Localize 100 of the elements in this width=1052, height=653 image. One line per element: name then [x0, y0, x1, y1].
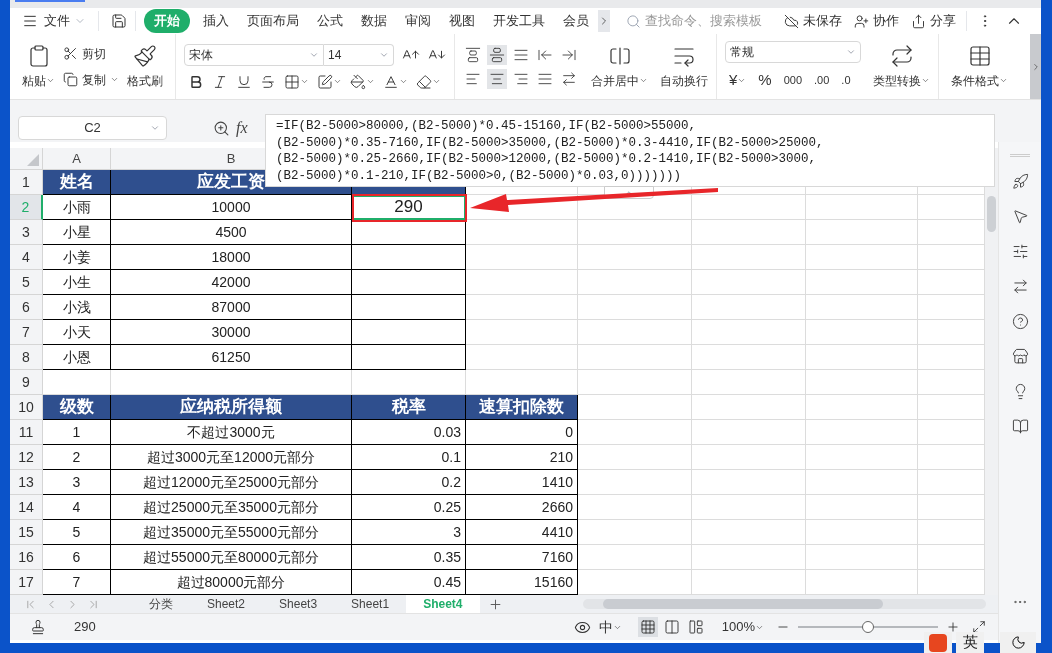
sheet-tab[interactable]: Sheet1 — [334, 595, 407, 613]
table-cell: 0.45 — [352, 570, 466, 595]
table-cell: 不超过3000元 — [111, 420, 352, 445]
table-cell: 6 — [43, 545, 111, 570]
table-cell: 超过55000元至80000元部分 — [111, 545, 352, 570]
ribbon-tab[interactable]: 视图 — [440, 9, 484, 33]
row-header[interactable]: 10 — [10, 395, 43, 420]
toolbar-action[interactable]: 未保存 — [778, 11, 848, 31]
file-menu[interactable]: 文件 — [44, 11, 70, 31]
ribbon-tab[interactable]: 页面布局 — [238, 9, 308, 33]
row-header[interactable]: 7 — [10, 320, 43, 345]
ime-language-button[interactable]: 英 — [956, 632, 984, 653]
table-cell: 小恩 — [43, 345, 111, 370]
type-convert-button[interactable]: 类型转换 — [873, 43, 930, 90]
thousands-button[interactable]: 000 — [783, 72, 803, 89]
table-cell: 5 — [43, 520, 111, 545]
search-field[interactable]: 查找命令、搜索模板 — [626, 11, 776, 31]
row-header[interactable]: 9 — [10, 370, 43, 395]
table-cell: 超过35000元至55000元部分 — [111, 520, 352, 545]
table-cell: 7160 — [466, 545, 578, 570]
table-cell: 0.2 — [352, 470, 466, 495]
table-cell: 0 — [466, 420, 578, 445]
paste-button[interactable]: 粘贴 — [22, 43, 55, 90]
row-header[interactable]: 3 — [10, 220, 43, 245]
sheet-tab[interactable]: Sheet2 — [190, 595, 263, 613]
ribbon-tab[interactable]: 公式 — [308, 9, 352, 33]
sheet-tab[interactable]: Sheet3 — [262, 595, 335, 613]
row-header[interactable]: 17 — [10, 570, 43, 595]
formula-field[interactable]: =IF(B2-5000>80000,(B2-5000)*0.45-15160,IF(B2-5000>55000, (B2-5000)*0.35-7160,IF(B2-5000>35000,(B2-5000)*0.3-4410,IF(B2-5000>25000, (B2-5000)*0.25-2660,IF(B2-5000>12000,(B2-5000)*0.2-1410,IF(B2-5000>3000, (B2-5000)*0.1-210,IF(B2-5000>0,(B2-5000)*0.03,0))))))) — [265, 114, 995, 187]
table-cell: 2 — [43, 445, 111, 470]
table-cell: 30000 — [111, 320, 352, 345]
ribbon-tab[interactable]: 插入 — [194, 9, 238, 33]
header-cell: 速算扣除数 — [466, 395, 578, 420]
number-format-select[interactable]: 常规 — [725, 41, 861, 64]
wrap-text-button[interactable]: 自动换行 — [660, 43, 708, 90]
cut-button[interactable]: 剪切 — [63, 44, 119, 63]
table-cell: 15160 — [466, 570, 578, 595]
table-cell: 3 — [352, 520, 466, 545]
table-cell: 210 — [466, 445, 578, 470]
row-header[interactable]: 14 — [10, 495, 43, 520]
name-box[interactable]: C2 — [18, 116, 167, 140]
row-header[interactable]: 4 — [10, 245, 43, 270]
table-cell: 61250 — [111, 345, 352, 370]
table-cell: 小生 — [43, 270, 111, 295]
copy-button[interactable]: 复制 — [63, 70, 119, 89]
format-painter-button[interactable]: 格式刷 — [127, 43, 163, 90]
table-cell: 3 — [43, 470, 111, 495]
font-select[interactable]: 宋体 — [184, 43, 324, 66]
currency-button[interactable]: ¥ — [729, 69, 747, 92]
table-cell: 超过25000元至35000元部分 — [111, 495, 352, 520]
ribbon-tab[interactable]: 开发工具 — [484, 9, 554, 33]
table-cell: 小雨 — [43, 195, 111, 220]
row-header[interactable]: 8 — [10, 345, 43, 370]
table-cell: 0.03 — [352, 420, 466, 445]
table-cell: 87000 — [111, 295, 352, 320]
ribbon-tab[interactable]: 会员 — [554, 9, 598, 33]
table-cell: 小天 — [43, 320, 111, 345]
row-header[interactable]: 12 — [10, 445, 43, 470]
row-header[interactable]: 16 — [10, 545, 43, 570]
font-size-select[interactable]: 14 — [324, 43, 394, 66]
percent-button[interactable]: % — [758, 69, 772, 92]
header-cell: 姓名 — [43, 170, 111, 195]
table-cell: 4 — [43, 495, 111, 520]
row-header[interactable]: 11 — [10, 420, 43, 445]
decrease-decimal-button[interactable]: .0 — [841, 72, 851, 89]
zoom-button[interactable]: 100% — [721, 617, 764, 637]
table-cell: 1 — [43, 420, 111, 445]
table-cell: 小浅 — [43, 295, 111, 320]
table-cell: 超过3000元至12000元部分 — [111, 445, 352, 470]
conditional-format-button[interactable]: 条件格式 — [951, 43, 1008, 90]
header-cell: 应纳税所得额 — [111, 395, 352, 420]
ribbon-tab[interactable]: 数据 — [352, 9, 396, 33]
sheet-tab[interactable]: 分类 — [132, 595, 190, 613]
row-header[interactable]: 5 — [10, 270, 43, 295]
function-button[interactable]: fx — [236, 116, 248, 140]
table-cell: 4500 — [111, 220, 352, 245]
table-cell: 小姜 — [43, 245, 111, 270]
column-header[interactable]: A — [72, 148, 81, 169]
input-mode-button[interactable]: 中 — [598, 616, 622, 638]
table-cell: 0.25 — [352, 495, 466, 520]
status-value: 290 — [74, 618, 96, 637]
row-header[interactable]: 15 — [10, 520, 43, 545]
table-cell: 290 — [352, 195, 466, 220]
table-cell: 0.1 — [352, 445, 466, 470]
row-header[interactable]: 6 — [10, 295, 43, 320]
table-cell: 42000 — [111, 270, 352, 295]
merge-center-button[interactable]: 合并居中 — [591, 43, 648, 90]
column-header[interactable]: B — [226, 148, 236, 169]
table-cell: 小星 — [43, 220, 111, 245]
row-header[interactable]: 13 — [10, 470, 43, 495]
table-cell: 10000 — [111, 195, 352, 220]
header-cell: 税率 — [352, 395, 466, 420]
row-header[interactable]: 1 — [10, 170, 43, 195]
toolbar-action[interactable]: 分享 — [905, 11, 962, 31]
increase-decimal-button[interactable]: .00 — [814, 72, 830, 89]
toolbar-action[interactable]: 协作 — [848, 11, 905, 31]
ribbon-tab[interactable]: 审阅 — [396, 9, 440, 33]
table-cell: 4410 — [466, 520, 578, 545]
table-cell: 0.35 — [352, 545, 466, 570]
table-cell: 超过12000元至25000元部分 — [111, 470, 352, 495]
